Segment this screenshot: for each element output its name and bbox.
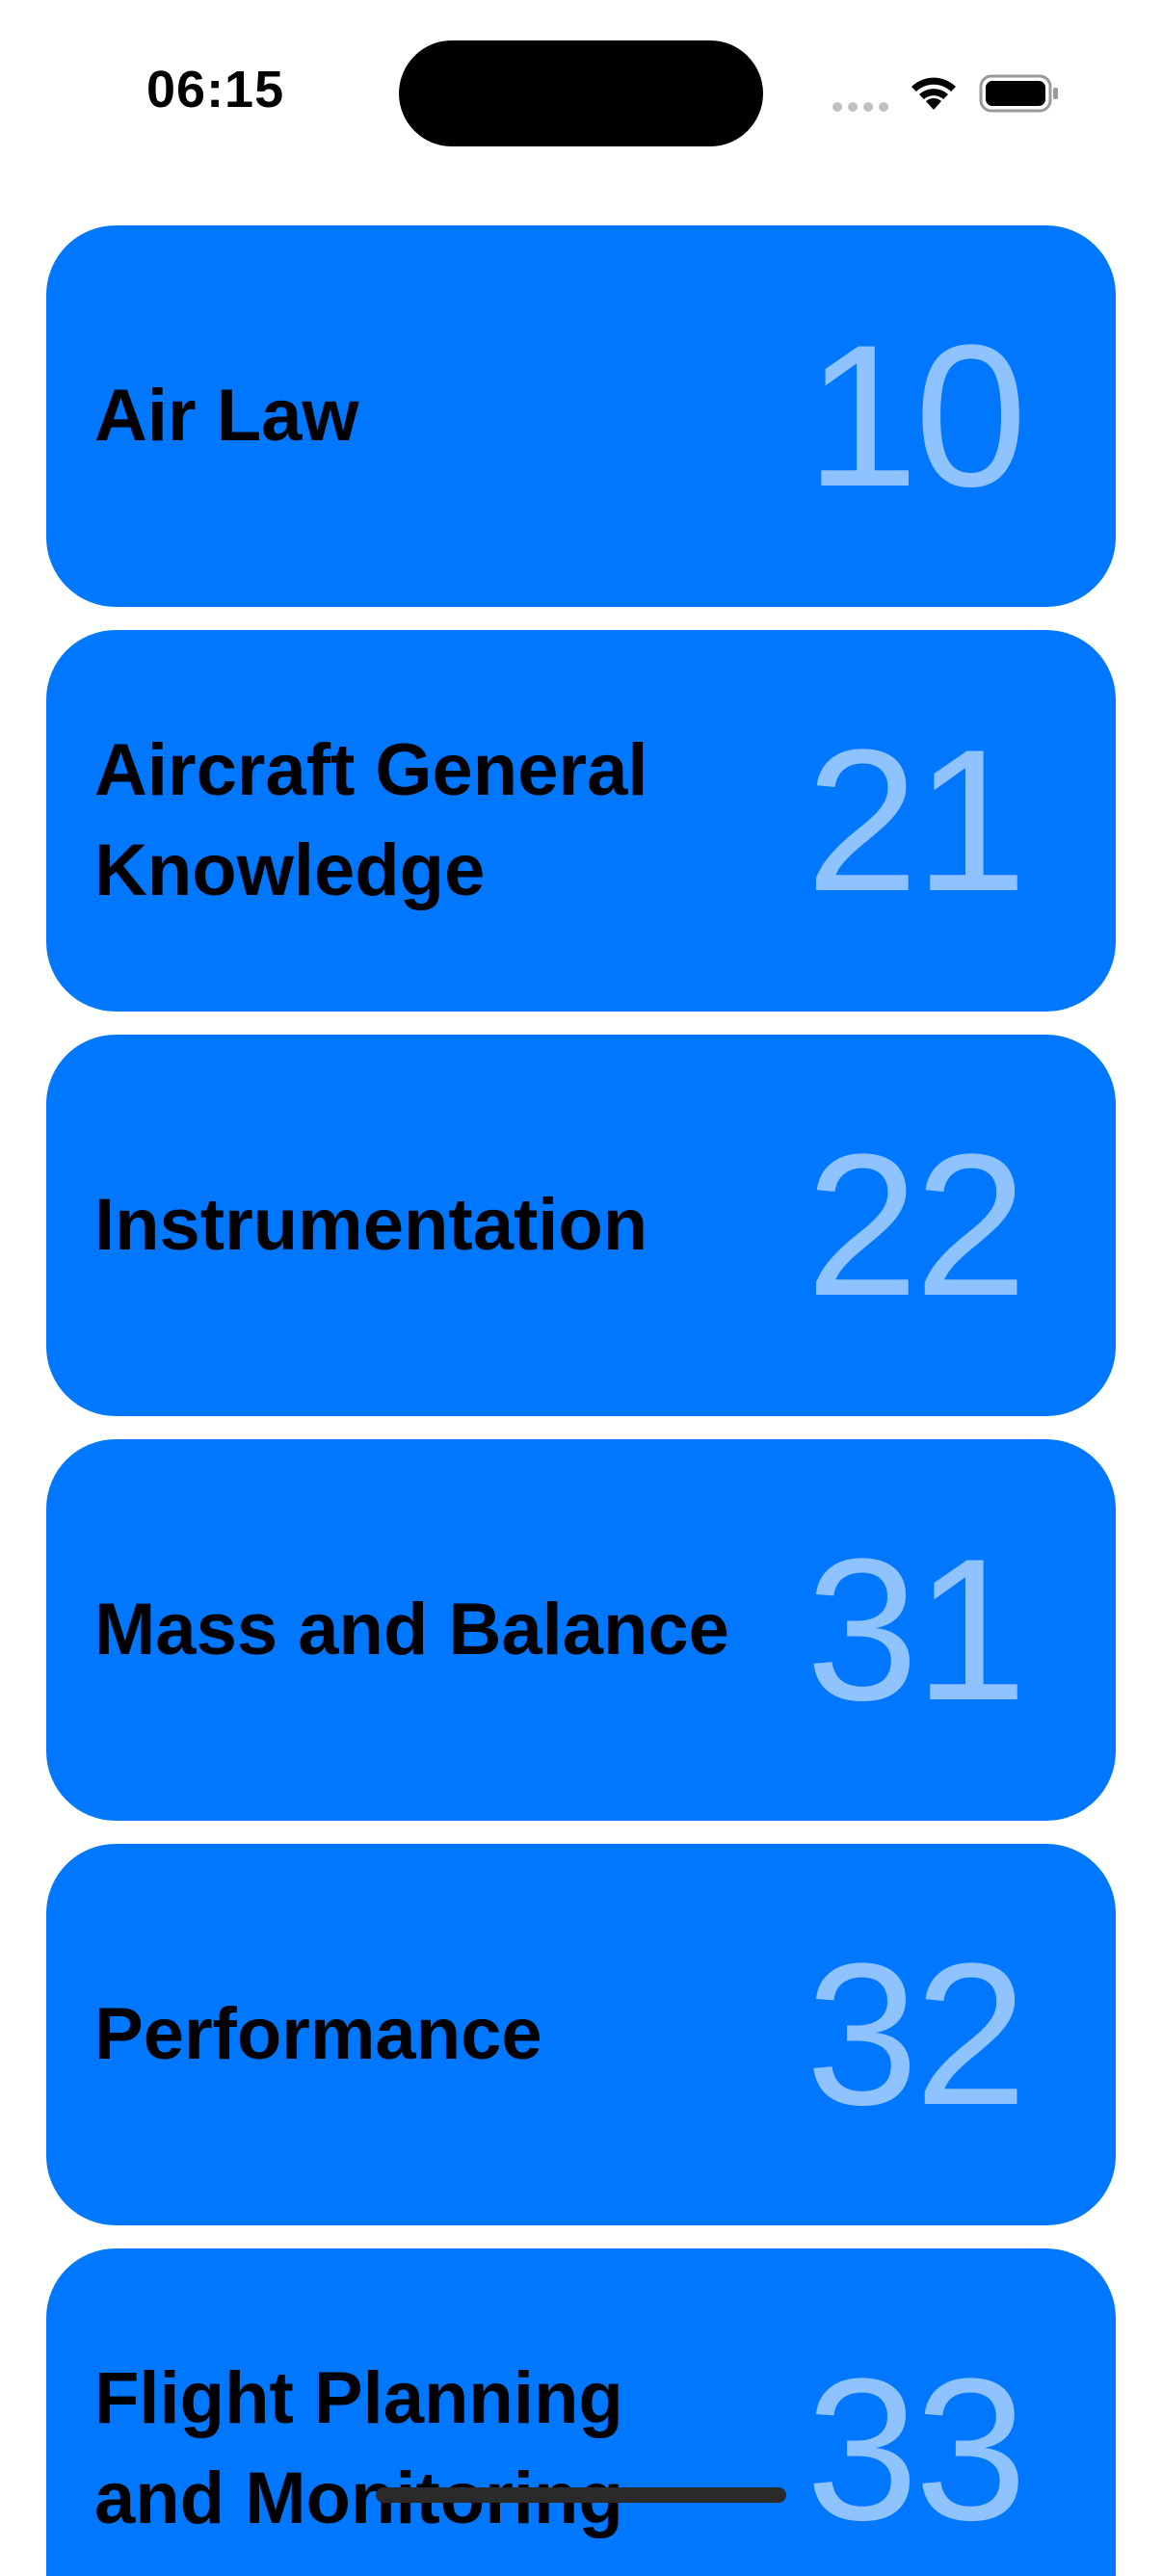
subject-number: 31	[805, 1516, 1027, 1743]
subject-card-air-law[interactable]: Air Law 10	[46, 225, 1116, 607]
subject-card-flight-planning[interactable]: Flight Planning and Monitoring 33	[46, 2248, 1116, 2576]
subject-card-instrumentation[interactable]: Instrumentation 22	[46, 1035, 1116, 1416]
subject-number: 32	[805, 1921, 1027, 2147]
home-indicator[interactable]	[376, 2487, 786, 2503]
subject-card-aircraft-general-knowledge[interactable]: Aircraft General Knowledge 21	[46, 630, 1116, 1012]
battery-icon	[979, 74, 1058, 113]
status-bar: 06:15	[0, 0, 1162, 193]
status-time: 06:15	[146, 61, 285, 118]
subject-title: Instrumentation	[94, 1184, 648, 1266]
subject-title: Mass and Balance	[94, 1589, 729, 1670]
subject-number: 22	[805, 1112, 1027, 1338]
subject-number: 10	[805, 302, 1027, 529]
subject-title: Performance	[94, 1993, 542, 2075]
dynamic-island	[399, 40, 763, 146]
wifi-icon	[911, 77, 956, 110]
cellular-signal-icon	[832, 102, 888, 112]
subject-number: 33	[805, 2336, 1027, 2563]
subject-card-performance[interactable]: Performance 32	[46, 1844, 1116, 2225]
subject-title: Aircraft General Knowledge	[94, 729, 648, 911]
subject-title: Air Law	[94, 375, 359, 457]
subject-number: 21	[805, 707, 1027, 933]
subject-title: Flight Planning and Monitoring	[94, 2357, 623, 2539]
subject-card-mass-and-balance[interactable]: Mass and Balance 31	[46, 1439, 1116, 1821]
